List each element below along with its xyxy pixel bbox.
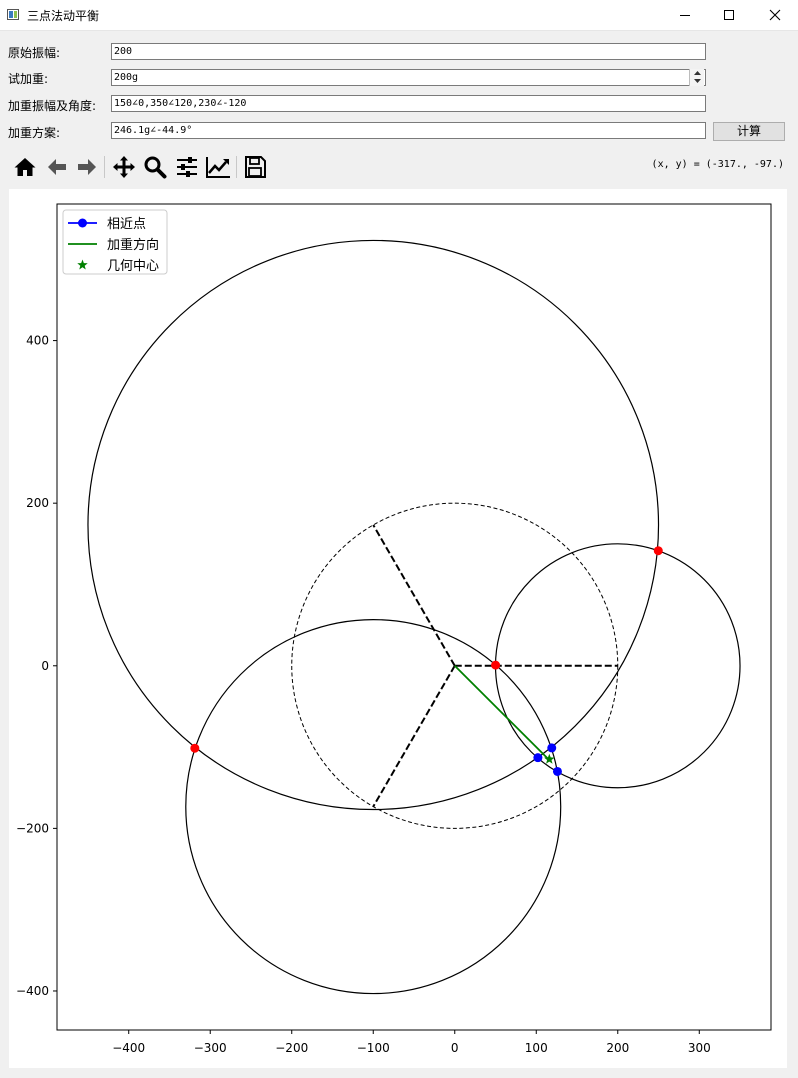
weight-plan-label: 加重方案: <box>8 126 61 140</box>
plot-marks <box>87 239 741 995</box>
y-tick-label: 400 <box>26 334 49 348</box>
legend-label: 加重方向 <box>107 237 159 253</box>
edit-axis-icon[interactable] <box>204 153 232 181</box>
trial-weight-label: 试加重: <box>8 72 49 86</box>
maximize-icon <box>724 10 734 20</box>
axis-ticks: −400 −300 −200 −100 0 100 200 300 −400 −200 0 200 40… <box>16 334 711 1055</box>
toolbar-separator <box>104 156 105 178</box>
figure-canvas[interactable]: −400 −300 −200 −100 0 100 200 300 −400 −200 0 200 40… <box>9 189 787 1068</box>
y-tick-label: 0 <box>41 659 49 673</box>
weighted-amplitude-input[interactable]: 150∠0,350∠120,230∠-120 <box>111 95 706 112</box>
intersection-point <box>491 660 501 670</box>
minimize-button[interactable] <box>662 0 708 30</box>
forward-icon[interactable] <box>73 153 101 181</box>
close-icon <box>769 9 781 21</box>
save-icon[interactable] <box>241 153 269 181</box>
x-tick-label: −300 <box>194 1041 227 1055</box>
configure-subplots-icon[interactable] <box>173 153 201 181</box>
y-tick-label: −400 <box>16 984 49 998</box>
near-point <box>533 753 543 763</box>
calculate-button[interactable]: 计算 <box>713 122 785 141</box>
app-icon <box>7 9 19 20</box>
x-tick-label: −200 <box>275 1041 308 1055</box>
weight-direction-line <box>454 665 550 760</box>
back-icon[interactable] <box>43 153 71 181</box>
plot-area[interactable]: −400 −300 −200 −100 0 100 200 300 −400 −200 0 200 40… <box>9 189 787 1068</box>
x-tick-label: 0 <box>451 1041 459 1055</box>
cursor-coordinates: (x, y) = (-317., -97.) <box>651 159 784 170</box>
weight-plan-output[interactable]: 246.1g∠-44.9° <box>111 122 706 139</box>
minimize-icon <box>680 15 690 16</box>
intersection-point <box>653 546 663 556</box>
window-title: 三点法动平衡 <box>27 9 100 23</box>
title-bar: 三点法动平衡 <box>0 0 798 31</box>
x-tick-label: −100 <box>357 1041 390 1055</box>
spoke-line <box>372 665 456 808</box>
weighted-amplitude-label: 加重振幅及角度: <box>8 99 97 113</box>
spoke-line <box>372 524 456 667</box>
legend: 相近点加重方向几何中心 <box>62 209 168 275</box>
spin-up-icon[interactable] <box>690 69 704 77</box>
legend-label: 几何中心 <box>107 258 159 274</box>
x-tick-label: −400 <box>112 1041 145 1055</box>
amplitude-input[interactable]: 200 <box>111 43 706 60</box>
amplitude-label: 原始振幅: <box>8 46 61 60</box>
legend-label: 相近点 <box>107 217 146 232</box>
y-tick-label: −200 <box>16 821 49 835</box>
trial-weight-spinbox[interactable]: 200g <box>111 69 706 86</box>
legend-marker <box>78 218 87 228</box>
toolbar-separator <box>236 156 237 178</box>
x-tick-label: 200 <box>606 1041 629 1055</box>
trial-weight-spin-buttons[interactable] <box>689 69 704 86</box>
near-point <box>547 743 557 753</box>
pan-icon[interactable] <box>110 153 138 181</box>
spin-down-icon[interactable] <box>690 77 704 85</box>
zoom-icon[interactable] <box>141 153 169 181</box>
x-tick-label: 100 <box>525 1041 548 1055</box>
y-tick-label: 200 <box>26 496 49 510</box>
close-button[interactable] <box>752 0 798 30</box>
x-tick-label: 300 <box>688 1041 711 1055</box>
near-point <box>552 766 562 776</box>
intersection-point <box>190 743 200 753</box>
axes-frame <box>56 203 772 1031</box>
home-icon[interactable] <box>11 153 39 181</box>
maximize-button[interactable] <box>706 0 752 30</box>
